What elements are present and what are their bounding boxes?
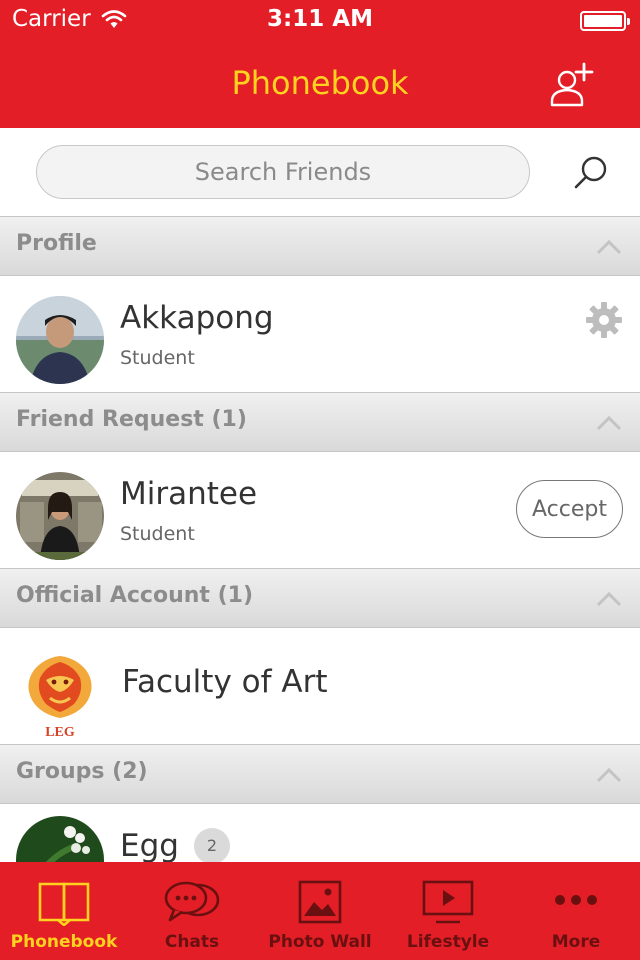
tab-more[interactable]: More xyxy=(512,862,640,960)
avatar xyxy=(16,816,104,862)
page-title: Phonebook xyxy=(231,64,409,102)
chevron-up-icon[interactable] xyxy=(596,767,622,783)
tab-phonebook[interactable]: Phonebook xyxy=(0,862,128,960)
chevron-up-icon[interactable] xyxy=(596,591,622,607)
tab-label: Lifestyle xyxy=(406,932,490,952)
chevron-up-icon[interactable] xyxy=(596,239,622,255)
tab-lifestyle[interactable]: Lifestyle xyxy=(384,862,512,960)
friend-name: Mirantee xyxy=(120,476,258,512)
avatar xyxy=(16,472,104,560)
more-icon xyxy=(555,895,597,905)
profile-name: Akkapong xyxy=(120,300,274,336)
search-input[interactable] xyxy=(36,145,530,199)
official-account-row[interactable]: LEG Faculty of Art xyxy=(0,628,640,744)
tab-label: Chats xyxy=(164,932,220,952)
section-title: Official Account (1) xyxy=(16,583,254,608)
gear-icon[interactable] xyxy=(584,300,624,340)
photo-icon xyxy=(298,880,342,924)
friend-role: Student xyxy=(120,523,195,545)
section-header-groups[interactable]: Groups (2) xyxy=(0,744,640,804)
status-bar: Carrier 3:11 AM xyxy=(0,0,640,40)
section-title: Profile xyxy=(16,231,97,256)
tab-chats[interactable]: Chats xyxy=(128,862,256,960)
battery-icon xyxy=(580,11,630,31)
section-title: Groups (2) xyxy=(16,759,148,784)
tab-label: More xyxy=(551,932,601,952)
group-name: Egg xyxy=(120,828,179,862)
svg-text:LEG: LEG xyxy=(45,725,75,736)
profile-role: Student xyxy=(120,347,195,369)
section-header-friend-request[interactable]: Friend Request (1) xyxy=(0,392,640,452)
section-title: Friend Request (1) xyxy=(16,407,247,432)
faculty-logo: LEG xyxy=(16,648,104,736)
avatar xyxy=(16,296,104,384)
friend-request-row[interactable]: Mirantee Student Accept xyxy=(0,452,640,568)
tv-play-icon xyxy=(422,880,474,924)
chat-icon xyxy=(164,881,220,922)
tab-label: Photo Wall xyxy=(268,932,372,952)
group-row[interactable]: Egg xyxy=(0,804,640,862)
tab-label: Phonebook xyxy=(10,932,118,952)
status-time: 3:11 AM xyxy=(267,6,373,32)
tab-bar: Phonebook Chats Photo Wall Lifestyle Mor… xyxy=(0,862,640,960)
book-icon xyxy=(38,882,90,926)
accept-button[interactable]: Accept xyxy=(516,480,623,538)
official-name: Faculty of Art xyxy=(122,664,328,700)
member-count-badge: 2 xyxy=(194,828,230,864)
section-header-profile[interactable]: Profile xyxy=(0,216,640,276)
tab-photo-wall[interactable]: Photo Wall xyxy=(256,862,384,960)
add-friend-icon[interactable] xyxy=(548,60,598,110)
search-icon[interactable] xyxy=(572,154,610,192)
profile-row[interactable]: Akkapong Student xyxy=(0,276,640,392)
chevron-up-icon[interactable] xyxy=(596,415,622,431)
search-bar xyxy=(0,128,640,216)
top-bar: Carrier 3:11 AM Phonebook xyxy=(0,0,640,128)
section-header-official-account[interactable]: Official Account (1) xyxy=(0,568,640,628)
